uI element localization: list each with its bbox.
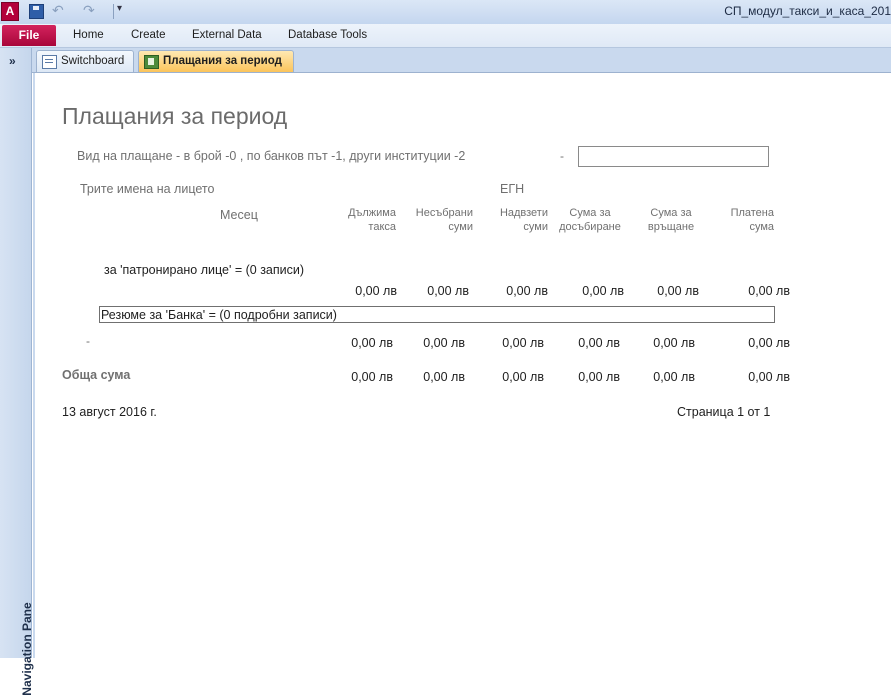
bank-summary: Резюме за 'Банка' = (0 подробни записи): [101, 308, 337, 322]
expand-nav-pane-icon[interactable]: »: [9, 54, 16, 68]
header-line: Дължима: [348, 207, 396, 219]
window-title: СП_модул_такси_и_каса_201: [724, 4, 891, 18]
column-header-to-return: Сума за връщане: [640, 206, 702, 234]
file-tab[interactable]: File: [2, 25, 56, 46]
report-date: 13 август 2016 г.: [62, 405, 157, 419]
group-value-to-return: 0,00 лв: [657, 284, 699, 298]
column-header-egn: ЕГН: [500, 182, 525, 196]
doc-tab-switchboard[interactable]: Switchboard: [36, 50, 134, 72]
document-edge: [33, 73, 35, 658]
undo-icon[interactable]: ↶: [52, 2, 64, 19]
report-icon: [144, 55, 159, 69]
header-line: връщане: [647, 221, 695, 233]
form-icon: [42, 55, 57, 69]
grand-total-label: Обща сума: [62, 368, 131, 382]
total-value-to-collect: 0,00 лв: [578, 370, 620, 384]
bank-value-uncollected: 0,00 лв: [423, 336, 465, 350]
bank-value-overcharged: 0,00 лв: [502, 336, 544, 350]
header-line: суми: [523, 221, 548, 233]
group-summary: за 'патронирано лице' = (0 записи): [104, 263, 305, 277]
payment-type-dash: -: [560, 149, 564, 163]
header-line: такса: [368, 221, 396, 233]
column-header-overcharged: Надвзети суми: [478, 206, 548, 234]
column-header-to-collect: Сума за досъбиране: [556, 206, 624, 234]
access-app-icon[interactable]: A: [1, 2, 19, 21]
group-value-paid: 0,00 лв: [748, 284, 790, 298]
header-line: суми: [448, 221, 473, 233]
total-value-overcharged: 0,00 лв: [502, 370, 544, 384]
doc-tab-label: Switchboard: [61, 55, 125, 67]
page-number: Страница 1 от 1: [677, 405, 771, 419]
bank-value-to-collect: 0,00 лв: [578, 336, 620, 350]
report-title: Плащания за период: [62, 103, 288, 129]
column-header-names: Трите имена на лицето: [80, 182, 215, 196]
header-line: досъбиране: [559, 221, 621, 233]
header-line: Платена: [730, 207, 774, 219]
qat-separator: [113, 4, 114, 19]
total-value-uncollected: 0,00 лв: [423, 370, 465, 384]
group-value-to-collect: 0,00 лв: [582, 284, 624, 298]
group-value-overcharged: 0,00 лв: [506, 284, 548, 298]
bank-value-to-return: 0,00 лв: [653, 336, 695, 350]
doc-tab-report[interactable]: Плащания за период: [138, 50, 294, 72]
document-tab-bar: Switchboard Плащания за период: [32, 48, 891, 73]
total-value-due: 0,00 лв: [351, 370, 393, 384]
total-value-paid: 0,00 лв: [748, 370, 790, 384]
column-header-due-fee: Дължима такса: [330, 206, 396, 234]
column-header-month: Месец: [220, 208, 258, 222]
title-bar: A ↶ ↷ ▾ СП_модул_такси_и_каса_201: [0, 0, 891, 25]
bank-dash: -: [86, 334, 90, 348]
header-line: сума: [749, 221, 774, 233]
column-header-paid: Платена сума: [712, 206, 774, 234]
tab-database-tools[interactable]: Database Tools: [288, 29, 367, 41]
tab-external-data[interactable]: External Data: [192, 29, 262, 41]
bank-value-paid: 0,00 лв: [748, 336, 790, 350]
navigation-pane-label[interactable]: Navigation Pane: [20, 599, 34, 699]
header-line: Сума за: [650, 207, 692, 219]
header-line: Надвзети: [499, 207, 548, 219]
tab-create[interactable]: Create: [131, 29, 166, 41]
group-value-due: 0,00 лв: [355, 284, 397, 298]
redo-icon[interactable]: ↷: [83, 2, 95, 19]
total-value-to-return: 0,00 лв: [653, 370, 695, 384]
navigation-pane[interactable]: » Navigation Pane: [0, 48, 34, 696]
group-value-uncollected: 0,00 лв: [427, 284, 469, 298]
column-header-uncollected: Несъбрани суми: [400, 206, 473, 234]
payment-type-label: Вид на плащане - в брой -0 , по банков п…: [77, 149, 466, 163]
payment-type-field[interactable]: [578, 146, 769, 167]
header-line: Сума за: [569, 207, 611, 219]
ribbon-tab-bar: File Home Create External Data Database …: [0, 24, 891, 48]
tab-home[interactable]: Home: [73, 29, 104, 41]
customize-qat-icon[interactable]: ▾: [117, 3, 122, 14]
doc-tab-label: Плащания за период: [163, 55, 282, 67]
bank-value-due: 0,00 лв: [351, 336, 393, 350]
header-line: Несъбрани: [415, 207, 473, 219]
save-icon[interactable]: [29, 4, 44, 19]
